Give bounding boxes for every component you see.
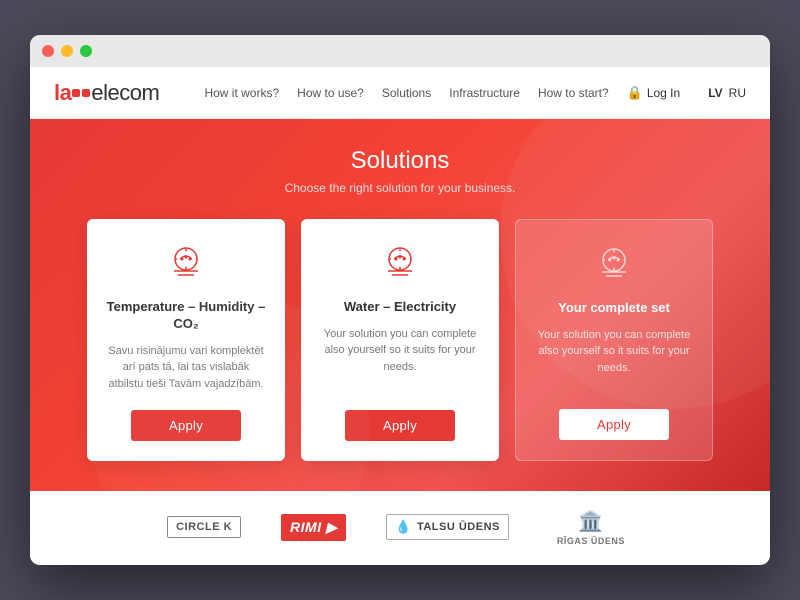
titlebar <box>30 35 770 67</box>
logo[interactable]: la elecom <box>54 80 159 106</box>
hero-subtitle: Choose the right solution for your busin… <box>70 181 730 195</box>
partner-rimi: RIMI ▶ <box>281 514 346 541</box>
lock-icon: 🔒 <box>627 85 643 101</box>
water-icon <box>374 243 426 285</box>
card-complete-title: Your complete set <box>558 300 670 317</box>
close-dot[interactable] <box>42 45 54 57</box>
rigas-label: RĪGAS ŪDENS <box>557 536 625 546</box>
nav-links: How it works? How to use? Solutions Infr… <box>204 85 746 101</box>
nav-infrastructure[interactable]: Infrastructure <box>449 86 520 100</box>
apply-button-complete[interactable]: Apply <box>559 409 669 440</box>
navbar: la elecom How it works? How to use? Solut… <box>30 67 770 119</box>
language-switcher: LV RU <box>708 86 746 100</box>
login-button[interactable]: 🔒 Log In <box>627 85 681 101</box>
card-temp-title: Temperature – Humidity – CO₂ <box>105 299 267 333</box>
hero-title: Solutions <box>70 147 730 175</box>
partner-circle-k: CIRCLE K <box>167 516 241 538</box>
apply-button-temp[interactable]: Apply <box>131 410 241 441</box>
partner-talsu: 💧 TALSU ŪDENS <box>386 514 509 540</box>
nav-how-to-start[interactable]: How to start? <box>538 86 609 100</box>
card-complete-desc: Your solution you can complete also your… <box>534 327 694 391</box>
hero-section: Solutions Choose the right solution for … <box>30 119 770 491</box>
logo-la: la <box>54 80 71 106</box>
card-water: Water – Electricity Your solution you ca… <box>301 219 499 461</box>
apply-button-water[interactable]: Apply <box>345 410 455 441</box>
nav-how-to-use[interactable]: How to use? <box>297 86 364 100</box>
nav-how-it-works[interactable]: How it works? <box>204 86 279 100</box>
card-complete: Your complete set Your solution you can … <box>515 219 713 461</box>
card-temp-desc: Savu risinājumu vari komplektēt arī pats… <box>105 343 267 393</box>
card-temperature: Temperature – Humidity – CO₂ Savu risinā… <box>87 219 285 461</box>
lang-lv[interactable]: LV <box>708 86 722 100</box>
complete-icon <box>588 244 640 286</box>
partner-rigas: 🏛️ RĪGAS ŪDENS <box>549 505 633 550</box>
card-water-desc: Your solution you can complete also your… <box>319 326 481 392</box>
talsu-icon: 💧 <box>395 519 412 535</box>
temperature-icon <box>160 243 212 285</box>
rigas-icon: 🏛️ <box>578 509 603 534</box>
minimize-dot[interactable] <box>61 45 73 57</box>
logo-telecom: elecom <box>91 80 159 106</box>
lang-ru[interactable]: RU <box>729 86 746 100</box>
app-window: la elecom How it works? How to use? Solut… <box>30 35 770 565</box>
nav-solutions[interactable]: Solutions <box>382 86 431 100</box>
logo-dot <box>72 89 80 97</box>
cards-row: Temperature – Humidity – CO₂ Savu risinā… <box>70 219 730 461</box>
partners-section: CIRCLE K RIMI ▶ 💧 TALSU ŪDENS 🏛️ RĪGAS Ū… <box>30 491 770 563</box>
card-water-title: Water – Electricity <box>344 299 456 316</box>
maximize-dot[interactable] <box>80 45 92 57</box>
logo-dot2 <box>82 89 90 97</box>
login-label: Log In <box>647 86 680 100</box>
